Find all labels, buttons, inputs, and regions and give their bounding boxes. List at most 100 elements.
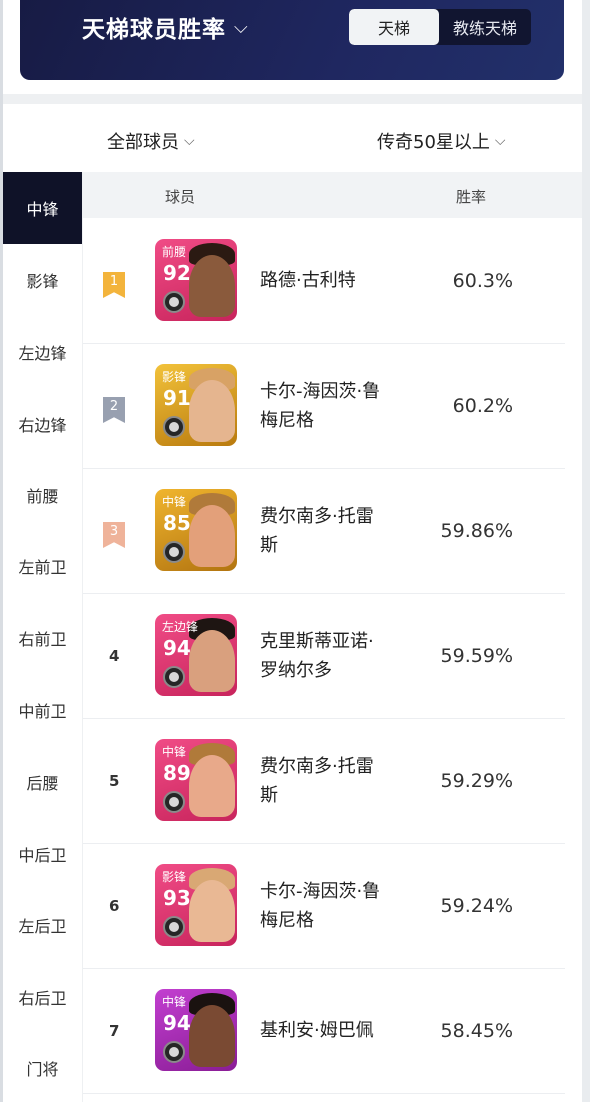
- table-row[interactable]: 1 前腰 92 路德·古利特 60.3%: [83, 218, 565, 344]
- filter-bar: 全部球员 ⌵ 传奇50星以上 ⌵: [3, 104, 582, 172]
- player-portrait: [189, 255, 235, 317]
- win-rate: 58.45%: [440, 1020, 513, 1042]
- page-title-dropdown[interactable]: 天梯球员胜率 ⌵: [82, 10, 249, 44]
- player-name-line1: 卡尔-海因茨·鲁: [260, 381, 381, 402]
- ladder-switch: 天梯 教练天梯: [349, 9, 531, 45]
- chevron-down-icon: ⌵: [184, 133, 195, 149]
- rank-number: 6: [109, 897, 120, 915]
- player-name-line1: 路德·古利特: [260, 270, 356, 291]
- player-name-line1: 克里斯蒂亚诺·: [260, 631, 374, 652]
- sidebar-item-gk[interactable]: 门将: [3, 1032, 82, 1104]
- card-rating: 85: [163, 511, 191, 535]
- tab-coach-ladder[interactable]: 教练天梯: [439, 9, 531, 45]
- player-name-line1: 基利安·姆巴佩: [260, 1020, 374, 1041]
- player-name: 路德·古利特: [260, 266, 420, 295]
- player-name-line1: 卡尔-海因茨·鲁: [260, 881, 381, 902]
- card-rating: 92: [163, 261, 191, 285]
- sidebar-item-cb[interactable]: 中后卫: [3, 818, 82, 890]
- tab-ladder[interactable]: 天梯: [349, 9, 439, 45]
- card-position: 中锋: [162, 745, 187, 759]
- sidebar-item-cf[interactable]: 中锋: [3, 172, 82, 244]
- position-sidebar: 中锋 影锋 左边锋 右边锋 前腰 左前卫 右前卫 中前卫 后腰 中后卫 左后卫 …: [3, 172, 83, 1102]
- table-row[interactable]: 5 中锋 89 费尔南多·托雷 斯 59.29%: [83, 718, 565, 844]
- rarity-filter[interactable]: 传奇50星以上 ⌵: [377, 128, 506, 154]
- table-row[interactable]: 2 影锋 91 卡尔-海因茨·鲁 梅尼格 60.2%: [83, 343, 565, 469]
- player-portrait: [189, 630, 235, 692]
- header-banner: 天梯球员胜率 ⌵ 天梯 教练天梯: [20, 0, 564, 80]
- card-rating: 94: [163, 636, 191, 660]
- card-rating: 89: [163, 761, 191, 785]
- player-name: 费尔南多·托雷 斯: [260, 752, 420, 810]
- player-portrait: [189, 880, 235, 942]
- rarity-filter-label: 传奇50星以上: [377, 132, 490, 153]
- sidebar-item-cmf[interactable]: 中前卫: [3, 674, 82, 746]
- player-card: 影锋 91: [155, 364, 237, 446]
- player-portrait: [189, 380, 235, 442]
- player-card: 前腰 92: [155, 239, 237, 321]
- player-card: 中锋 85: [155, 489, 237, 571]
- club-badge-icon: [163, 416, 185, 438]
- player-portrait: [189, 1005, 235, 1067]
- sidebar-item-lb[interactable]: 左后卫: [3, 889, 82, 961]
- player-filter[interactable]: 全部球员 ⌵: [107, 128, 195, 154]
- sidebar-item-ss[interactable]: 影锋: [3, 244, 82, 316]
- player-filter-label: 全部球员: [107, 132, 179, 153]
- page-title: 天梯球员胜率: [82, 17, 226, 43]
- divider: [3, 94, 582, 104]
- sidebar-item-lwf[interactable]: 左边锋: [3, 316, 82, 388]
- player-card: 左边锋 94: [155, 614, 237, 696]
- sidebar-item-dmf[interactable]: 后腰: [3, 746, 82, 818]
- player-name-line2: 罗纳尔多: [260, 660, 332, 681]
- player-card: 影锋 93: [155, 864, 237, 946]
- club-badge-icon: [163, 541, 185, 563]
- table-row[interactable]: 4 左边锋 94 克里斯蒂亚诺· 罗纳尔多 59.59%: [83, 593, 565, 719]
- club-badge-icon: [163, 291, 185, 313]
- win-rate: 60.3%: [452, 270, 513, 292]
- sidebar-item-rmf[interactable]: 右前卫: [3, 602, 82, 674]
- player-card: 中锋 89: [155, 739, 237, 821]
- sidebar-item-amf[interactable]: 前腰: [3, 459, 82, 531]
- card-position: 影锋: [162, 870, 187, 884]
- card-position: 左边锋: [162, 620, 199, 634]
- player-name-line1: 费尔南多·托雷: [260, 756, 374, 777]
- table-row[interactable]: 3 中锋 85 费尔南多·托雷 斯 59.86%: [83, 468, 565, 594]
- rank-flag-bronze: 3: [103, 522, 125, 548]
- player-name-line2: 斯: [260, 785, 278, 806]
- win-rate: 59.24%: [440, 895, 513, 917]
- column-win-rate: 胜率: [456, 188, 487, 206]
- player-card: 中锋 94: [155, 989, 237, 1071]
- rank-number: 4: [109, 647, 120, 665]
- rank-number: 5: [109, 772, 120, 790]
- table-header: 球员 胜率: [83, 172, 582, 218]
- card-position: 中锋: [162, 495, 187, 509]
- win-rate: 60.2%: [452, 395, 513, 417]
- chevron-down-icon: ⌵: [494, 133, 506, 149]
- club-badge-icon: [163, 791, 185, 813]
- card-rating: 93: [163, 886, 191, 910]
- card-position: 影锋: [162, 370, 187, 384]
- sidebar-item-rwf[interactable]: 右边锋: [3, 388, 82, 460]
- player-name-line2: 梅尼格: [260, 410, 314, 431]
- table-row[interactable]: 7 中锋 94 基利安·姆巴佩 58.45%: [83, 968, 565, 1094]
- player-name: 卡尔-海因茨·鲁 梅尼格: [260, 377, 420, 435]
- club-badge-icon: [163, 666, 185, 688]
- player-name-line1: 费尔南多·托雷: [260, 506, 374, 527]
- sidebar-item-lmf[interactable]: 左前卫: [3, 530, 82, 602]
- club-badge-icon: [163, 916, 185, 938]
- column-player: 球员: [165, 188, 196, 206]
- rank-number: 7: [109, 1022, 120, 1040]
- table-row[interactable]: 6 影锋 93 卡尔-海因茨·鲁 梅尼格 59.24%: [83, 843, 565, 969]
- player-name-line2: 斯: [260, 535, 278, 556]
- player-name: 费尔南多·托雷 斯: [260, 502, 420, 560]
- win-rate: 59.29%: [440, 770, 513, 792]
- card-position: 中锋: [162, 995, 187, 1009]
- card-rating: 91: [163, 386, 191, 410]
- right-border: [582, 0, 590, 1102]
- player-name: 卡尔-海因茨·鲁 梅尼格: [260, 877, 420, 935]
- player-portrait: [189, 755, 235, 817]
- win-rate: 59.59%: [440, 645, 513, 667]
- player-name-line2: 梅尼格: [260, 910, 314, 931]
- card-rating: 94: [163, 1011, 191, 1035]
- rank-flag-silver: 2: [103, 397, 125, 423]
- sidebar-item-rb[interactable]: 右后卫: [3, 961, 82, 1033]
